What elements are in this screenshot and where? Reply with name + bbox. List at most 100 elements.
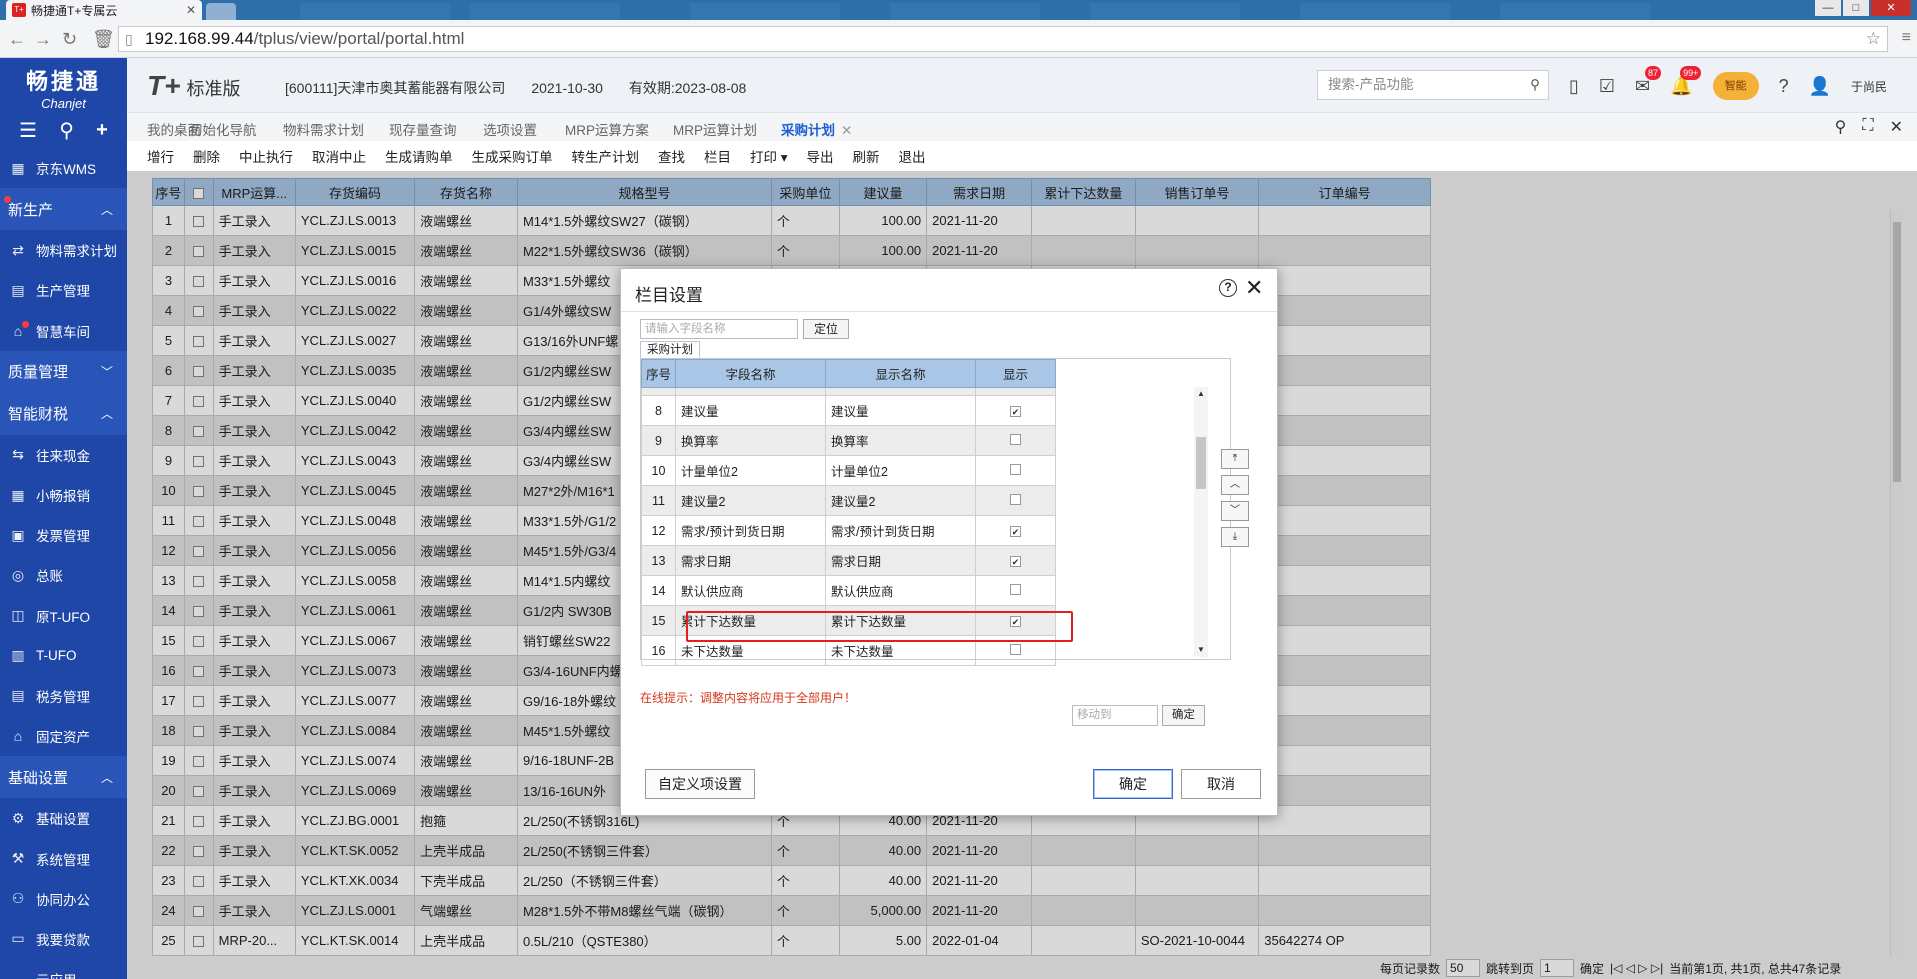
sidebar-item[interactable]: ▭ 我要贷款 [0,919,127,959]
add-icon[interactable]: + [96,119,108,142]
mobile-icon[interactable]: ▯ [1569,76,1579,97]
browser-menu-icon[interactable]: ≡ [1902,29,1911,47]
toolbar-button[interactable]: 导出 [807,146,834,166]
sidebar-item[interactable]: ⚒ 系统管理 [0,838,127,878]
column-setting-row[interactable]: 9 换算率 换算率 [641,425,1056,456]
ok-button[interactable]: 确定 [1093,769,1173,799]
minimize-icon[interactable]: — [1815,0,1841,16]
toolbar-button[interactable]: 查找 [658,146,685,166]
show-checkbox[interactable] [1010,493,1021,505]
chevron-up-icon[interactable]: ︿ [101,769,113,786]
reload-icon[interactable]: ↻ [62,29,77,50]
close-icon[interactable]: ✕ [1890,117,1903,137]
close-window-icon[interactable]: ✕ [1871,0,1911,16]
toolbar-button[interactable]: 刷新 [853,146,880,166]
sidebar-item[interactable]: ▤ 生产管理 [0,270,127,310]
user-icon[interactable]: 👤 [1809,76,1831,97]
custom-fields-button[interactable]: 自定义项设置 [645,769,755,799]
maximize-icon[interactable]: □ [1843,0,1869,16]
toolbar-button[interactable]: 增行 [147,146,174,166]
scroll-up-icon[interactable]: ▲ [1197,389,1205,398]
sidebar-item[interactable]: ◎ 总账 [0,555,127,595]
toolbar-button[interactable]: 生成采购订单 [472,146,553,166]
show-checkbox[interactable]: ✔ [1010,405,1021,417]
menu-toggle-icon[interactable]: ☰ [19,118,37,143]
toolbar-button[interactable]: 生成请购单 [385,146,453,166]
assistant-avatar[interactable]: 智能 [1712,72,1759,100]
sidebar-group[interactable]: 基础设置 ︿ [0,756,127,799]
delete-icon[interactable]: 🗑 [92,29,115,50]
display-name[interactable]: 建议量2 [825,485,976,516]
show-checkbox[interactable] [1010,643,1021,655]
chevron-up-icon[interactable]: ︿ [101,405,113,422]
move-confirm-button[interactable]: 确定 [1162,705,1205,726]
fullscreen-icon[interactable]: ⛶ [1862,117,1873,137]
show-checkbox[interactable]: ✔ [1010,525,1021,537]
tab-3[interactable]: 现存量查询 [389,119,457,139]
move-bottom-button[interactable]: ⤓ [1221,527,1249,547]
close-tab-icon[interactable]: ✕ [841,123,852,138]
list-scroll-thumb[interactable] [1196,437,1206,489]
display-name[interactable]: 计量单位2 [825,455,976,486]
bookmark-star-icon[interactable]: ☆ [1866,27,1881,51]
sidebar-item[interactable]: ⚙ 基础设置 [0,798,127,838]
column-setting-row[interactable]: 12 需求/预计到货日期 需求/预计到货日期 ✔ [641,515,1056,546]
search-icon[interactable]: ⚲ [1835,117,1847,137]
close-icon[interactable]: ✕ [1245,275,1263,301]
background-tab[interactable] [1090,3,1240,20]
toolbar-button[interactable]: 转生产计划 [572,146,640,166]
sidebar-item[interactable]: ▤ 税务管理 [0,676,127,716]
sidebar-item[interactable]: ☁ 云应用 [0,959,127,979]
back-icon[interactable]: ← [8,29,26,50]
background-tab[interactable] [1500,3,1650,20]
background-tab[interactable] [1300,3,1450,20]
field-name-input[interactable]: 请输入字段名称 [640,319,798,339]
chevron-down-icon[interactable]: ﹀ [101,363,113,380]
sidebar-item[interactable]: ⌂ 智慧车间 [0,311,127,351]
subtab-purchase-plan[interactable]: 采购计划 [640,341,700,359]
search-icon[interactable]: ⚲ [1530,71,1540,99]
function-search-input[interactable]: 搜索-产品功能 ⚲ [1317,70,1549,100]
tasks-icon[interactable]: ☑ [1599,76,1615,97]
sidebar-item[interactable]: ◫ 原T-UFO [0,596,127,636]
url-input[interactable]: ▯ 192.168.99.44/tplus/view/portal/portal… [118,26,1888,52]
tab-6[interactable]: MRP运算计划 [673,119,757,139]
column-setting-row[interactable]: 14 默认供应商 默认供应商 [641,575,1056,606]
background-tab[interactable] [300,3,450,20]
locate-button[interactable]: 定位 [803,319,849,339]
move-top-button[interactable]: ⤒ [1221,449,1249,469]
tab-1[interactable]: 初始化导航 [189,119,257,139]
move-to-input[interactable]: 移动到 [1072,705,1158,726]
show-checkbox[interactable]: ✔ [1010,555,1021,567]
toolbar-button[interactable]: 打印 ▾ [750,146,788,166]
background-tab[interactable] [890,3,1040,20]
background-tab[interactable] [690,3,840,20]
sidebar-item[interactable]: ▣ 发票管理 [0,515,127,555]
bell-icon[interactable]: 🔔 99+ [1670,65,1702,97]
toolbar-button[interactable]: 中止执行 [239,146,293,166]
sidebar-item[interactable]: ⚇ 协同办公 [0,879,127,919]
column-setting-row[interactable]: 11 建议量2 建议量2 [641,485,1056,516]
close-tab-icon[interactable]: ✕ [186,3,196,17]
display-name[interactable]: 需求/预计到货日期 [825,515,976,546]
toolbar-button[interactable]: 取消中止 [312,146,366,166]
user-name[interactable]: 于尚民 [1851,78,1887,95]
help-icon[interactable]: ? [1779,76,1789,97]
tab-5[interactable]: MRP运算方案 [565,119,649,139]
scroll-down-icon[interactable]: ▼ [1197,645,1205,654]
show-checkbox[interactable] [1010,433,1021,445]
toolbar-button[interactable]: 栏目 [704,146,731,166]
tab-4[interactable]: 选项设置 [483,119,537,139]
background-tab[interactable] [470,3,620,20]
sidebar-item[interactable]: ▥ T-UFO [0,636,127,676]
new-tab-button[interactable] [206,3,236,20]
column-setting-row[interactable]: 10 计量单位2 计量单位2 [641,455,1056,486]
list-scrollbar[interactable]: ▲ ▼ [1194,387,1208,657]
sidebar-item[interactable]: ⇄ 物料需求计划 [0,230,127,270]
column-setting-row[interactable]: 13 需求日期 需求日期 ✔ [641,545,1056,576]
display-name[interactable]: 建议量 [825,395,976,426]
toolbar-button[interactable]: 删除 [193,146,220,166]
display-name[interactable]: 默认供应商 [825,575,976,606]
help-icon[interactable]: ? [1219,279,1237,297]
sidebar-group[interactable]: 智能财税 ︿ [0,392,127,435]
